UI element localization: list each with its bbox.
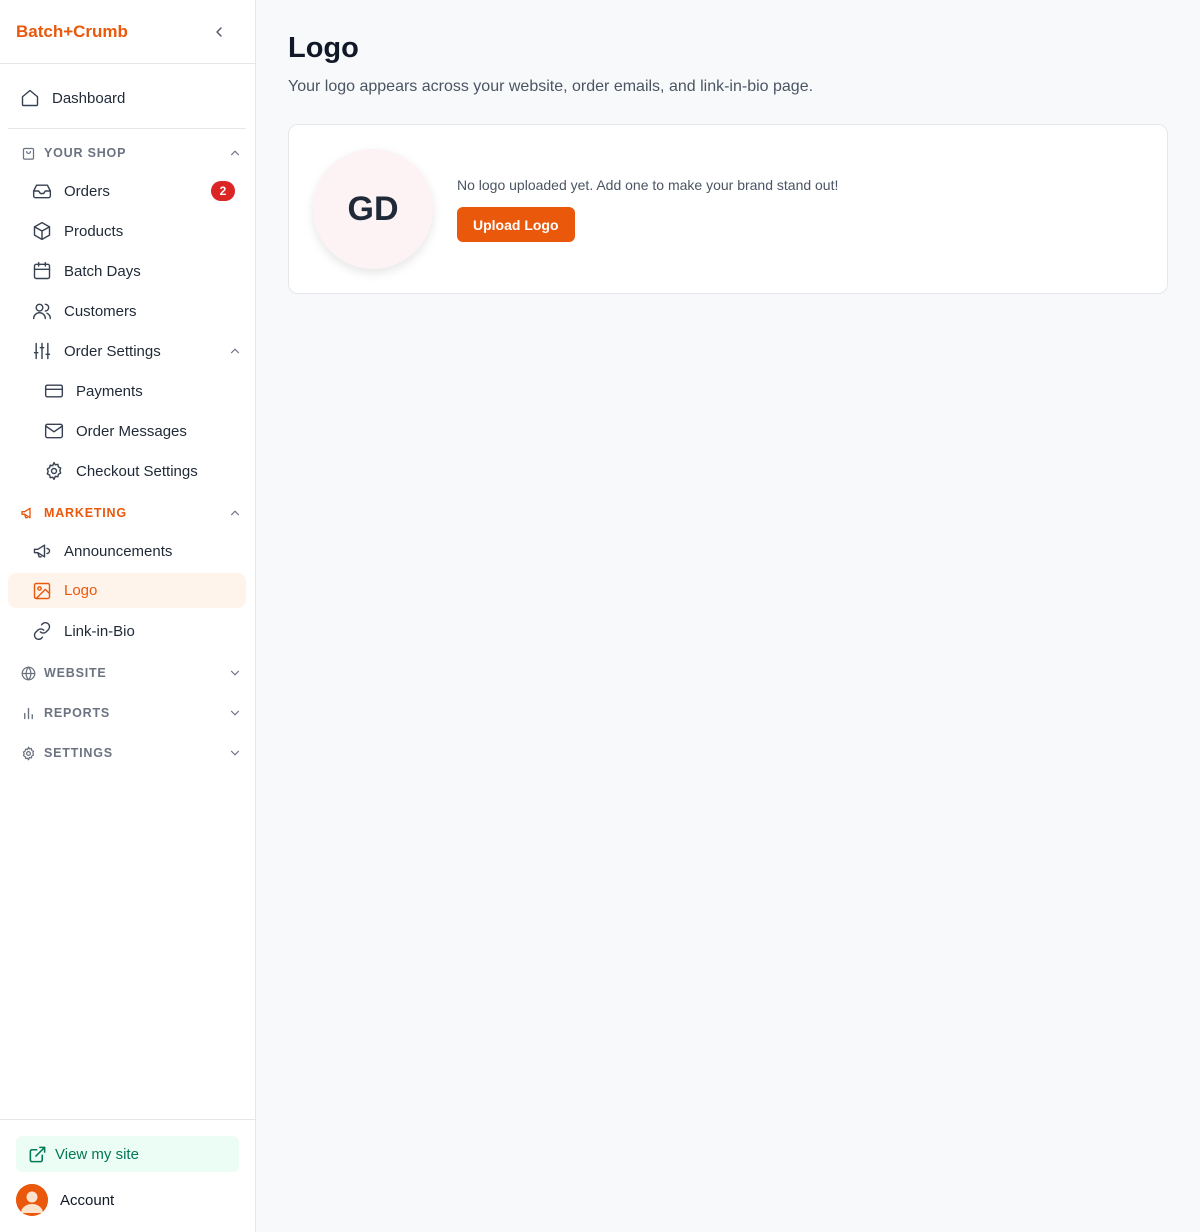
sidebar-item-logo[interactable]: Logo	[8, 573, 246, 608]
divider	[8, 128, 246, 129]
sidebar-item-label: Order Messages	[76, 422, 187, 440]
logo-placeholder: GD	[313, 149, 433, 269]
sidebar-item-link-in-bio[interactable]: Link-in-Bio	[20, 614, 246, 648]
sidebar-item-order-messages[interactable]: Order Messages	[32, 414, 246, 448]
credit-card-icon	[44, 381, 64, 401]
chevron-down-icon	[228, 706, 242, 720]
chevron-up-icon	[228, 146, 242, 160]
shopping-bag-icon	[20, 145, 36, 161]
view-my-site-label: View my site	[55, 1145, 139, 1163]
sidebar-item-announcements[interactable]: Announcements	[20, 534, 246, 568]
sidebar-item-label: Order Settings	[64, 342, 161, 360]
chevron-down-icon	[228, 666, 242, 680]
external-link-icon	[28, 1145, 47, 1164]
chevron-down-icon	[228, 746, 242, 760]
page-subtitle: Your logo appears across your website, o…	[288, 78, 814, 95]
logo-card: GD No logo uploaded yet. Add one to make…	[288, 124, 1168, 294]
account-menu[interactable]: Account	[16, 1184, 114, 1216]
image-icon	[32, 581, 52, 601]
view-my-site-button[interactable]: View my site	[16, 1136, 239, 1172]
section-settings[interactable]: SETTINGS	[8, 739, 248, 767]
users-icon	[32, 301, 52, 321]
section-label: SETTINGS	[44, 746, 113, 760]
section-label: WEBSITE	[44, 666, 107, 680]
sidebar-item-label: Customers	[64, 302, 137, 320]
section-label: MARKETING	[44, 506, 127, 520]
collapse-sidebar-button[interactable]	[207, 20, 231, 44]
megaphone-icon	[32, 541, 52, 561]
sidebar-item-order-settings[interactable]: Order Settings	[20, 334, 246, 368]
page-title: Logo	[288, 32, 359, 64]
sidebar-item-customers[interactable]: Customers	[20, 294, 246, 328]
sidebar-item-label: Announcements	[64, 542, 173, 560]
sliders-icon	[32, 341, 52, 361]
home-icon	[20, 88, 40, 108]
globe-icon	[20, 665, 36, 681]
sidebar-item-checkout-settings[interactable]: Checkout Settings	[32, 454, 246, 488]
sidebar-item-label: Products	[64, 222, 124, 240]
upload-logo-button[interactable]: Upload Logo	[457, 207, 575, 242]
sidebar-item-label: Batch Days	[64, 262, 141, 280]
section-reports[interactable]: REPORTS	[8, 699, 248, 727]
orders-count-badge: 2	[211, 181, 235, 201]
avatar	[16, 1184, 48, 1216]
brand-logo[interactable]: Batch+Crumb	[16, 22, 128, 42]
chevron-up-icon	[228, 506, 242, 520]
sidebar-item-label: Link-in-Bio	[64, 622, 135, 640]
section-label: REPORTS	[44, 706, 111, 720]
sidebar-item-label: Logo	[64, 582, 98, 599]
account-label: Account	[60, 1191, 115, 1209]
sidebar-item-label: Orders	[64, 182, 110, 200]
sidebar-item-payments[interactable]: Payments	[32, 374, 246, 408]
sidebar: Batch+Crumb Dashboard YOUR SHOP Orders 2	[0, 0, 256, 1232]
sidebar-item-batch-days[interactable]: Batch Days	[20, 254, 246, 288]
mail-icon	[44, 421, 64, 441]
sidebar-item-label: Payments	[76, 382, 143, 400]
link-icon	[32, 621, 52, 641]
sidebar-item-products[interactable]: Products	[20, 214, 246, 248]
brand-row: Batch+Crumb	[0, 0, 255, 64]
sidebar-item-label: Checkout Settings	[76, 462, 198, 480]
box-icon	[32, 221, 52, 241]
main-content: Logo Your logo appears across your websi…	[256, 0, 1200, 1232]
calendar-icon	[32, 261, 52, 281]
section-website[interactable]: WEBSITE	[8, 659, 248, 687]
sidebar-item-label: Dashboard	[52, 89, 126, 107]
gear-icon	[44, 461, 64, 481]
section-marketing[interactable]: MARKETING	[8, 499, 248, 527]
inbox-icon	[32, 181, 52, 201]
section-label: YOUR SHOP	[44, 146, 127, 160]
bar-chart-icon	[20, 705, 36, 721]
sidebar-footer: View my site Account	[0, 1119, 256, 1232]
megaphone-icon	[20, 505, 36, 521]
chevron-up-icon[interactable]	[228, 344, 242, 358]
sidebar-item-dashboard[interactable]: Dashboard	[8, 81, 246, 115]
no-logo-message: No logo uploaded yet. Add one to make yo…	[457, 177, 839, 193]
gear-icon	[20, 745, 36, 761]
chevron-left-icon	[216, 26, 222, 37]
section-your-shop[interactable]: YOUR SHOP	[8, 139, 248, 167]
